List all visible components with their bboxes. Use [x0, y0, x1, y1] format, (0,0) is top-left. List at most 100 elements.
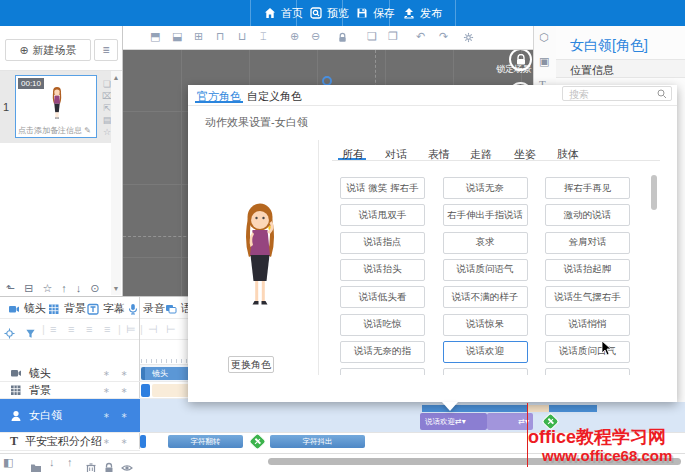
lock-icon[interactable] [337, 32, 348, 45]
align-top-icon[interactable]: ⊓ [216, 30, 225, 43]
action-button[interactable]: 说话指点 [340, 232, 425, 254]
camera-icon [10, 367, 22, 379]
action-button[interactable]: 说话生气摆右手 [545, 286, 630, 308]
tab-custom-roles[interactable]: 自定义角色 [247, 89, 302, 104]
action-button[interactable]: 说话不满的样子 [443, 286, 528, 308]
preview-icon [310, 7, 322, 19]
character-preview [228, 200, 292, 312]
action-button[interactable]: 说话质问语气 [443, 259, 528, 281]
align-bottom-icon[interactable]: ⊔ [238, 30, 247, 43]
scene-thumbnail[interactable]: 00:10 点击添加备注信息 ✎ [15, 75, 97, 138]
scenes-scrollbar[interactable]: ▲ ▼ [111, 71, 121, 295]
image-icon[interactable]: ▣ [539, 55, 549, 68]
action-button[interactable]: 说话 微笑 挥右手 [340, 177, 425, 199]
action-button[interactable]: 说话无奈的指 [340, 341, 425, 363]
action-button[interactable]: 说话低头看 [340, 286, 425, 308]
save-icon [356, 7, 368, 19]
move-up-icon[interactable]: ↑ [67, 456, 73, 468]
watermark-line1: office教程学习网 [528, 425, 666, 449]
home-icon [264, 7, 276, 19]
action-button[interactable]: 耸肩对话 [545, 232, 630, 254]
align-left-icon[interactable]: ⬒ [150, 30, 160, 43]
topbar-button-3[interactable]: 发布 [389, 0, 456, 26]
trim-left-icon[interactable]: ⊣ [148, 323, 158, 336]
category-tab-1[interactable]: 对话 [385, 147, 407, 162]
track-labels: 镜头∗∗背景∗∗女白领∗∗T平安宝积分介绍∗∗ [0, 297, 140, 449]
scene-settings-icon[interactable] [463, 32, 474, 45]
trim-right-icon[interactable]: ⊢ [166, 323, 176, 336]
shape-icon[interactable]: ⬡ [539, 31, 549, 44]
plus-circle-icon: ⊕ [19, 44, 28, 57]
category-tab-4[interactable]: 坐姿 [514, 147, 536, 162]
position-info-section[interactable]: 位置信息 [556, 59, 685, 78]
action-button[interactable]: 说话抬头 [340, 259, 425, 281]
voice-icon [165, 303, 177, 315]
track-label-2[interactable]: 女白领∗∗ [0, 399, 140, 433]
selected-object-title: 女白领[角色] [570, 37, 648, 55]
zoom-in-icon[interactable]: ⊕ [290, 30, 299, 43]
align-right-icon[interactable]: ⬓ [172, 30, 182, 43]
action-button[interactable]: 说话甩双手 [340, 204, 425, 226]
action-button[interactable] [340, 368, 425, 375]
category-tab-0[interactable]: 所有 [342, 147, 364, 162]
subtitle-clip-1[interactable]: 字符翻转 [168, 435, 243, 448]
action-button[interactable]: 说话惊呆 [443, 314, 528, 336]
publish-icon [403, 7, 415, 19]
action-button[interactable]: 哀求 [443, 232, 528, 254]
subtitle-clip-2[interactable]: 字符抖出 [270, 435, 365, 448]
subtitle-clip-start[interactable] [140, 435, 146, 448]
search-input[interactable]: 搜索 [562, 86, 672, 101]
sep: | [140, 323, 143, 335]
change-role-button[interactable]: 更换角色 [228, 356, 274, 373]
top-bar: 首页预览保存发布 [0, 0, 685, 26]
role-presence-bar[interactable] [422, 405, 528, 412]
background-clip-start[interactable] [141, 384, 150, 397]
role-presence-gap [528, 405, 549, 412]
new-scene-button[interactable]: ⊕新建场景 [5, 39, 91, 61]
undo-icon[interactable]: ↶ [416, 30, 425, 43]
action-button[interactable] [443, 368, 528, 375]
zoom-out-icon[interactable]: ⊖ [311, 30, 320, 43]
redo-icon[interactable]: ↷ [439, 30, 448, 43]
action-button[interactable]: 说话欢迎 [443, 341, 528, 363]
text-icon: T [10, 434, 18, 449]
role-presence-bar2[interactable] [549, 405, 597, 412]
action-button[interactable]: 右手伸出手指说话 [443, 204, 528, 226]
scene-list-mode-button[interactable]: ≡ [94, 39, 118, 61]
track-label-0[interactable]: 镜头∗∗ [0, 365, 140, 382]
watermark-line2: www.office68.com [542, 447, 672, 464]
action-button[interactable]: 说话抬起脚 [545, 259, 630, 281]
actions-scrollbar[interactable] [651, 175, 657, 210]
category-tab-3[interactable]: 走路 [470, 147, 492, 162]
canvas-toolbar: ⬒ ⬓ ⊞ ⊓ ⊔ ⌶ ⊕ ⊖ ❏ ❐ ↶ ↷ [123, 26, 533, 50]
action-button[interactable]: 激动的说话 [545, 204, 630, 226]
track-label-3[interactable]: T平安宝积分介绍∗∗ [0, 433, 140, 451]
mouse-cursor [601, 340, 613, 356]
category-tab-5[interactable]: 肢体 [557, 147, 579, 162]
action-button[interactable] [545, 368, 630, 375]
track-label-1[interactable]: 背景∗∗ [0, 382, 140, 399]
scenes-toolbar[interactable]: ⬑⊟☆↑↓⊙ [0, 280, 122, 296]
action-button[interactable]: 说话质问口气 [545, 341, 630, 363]
paste-icon[interactable]: ❐ [388, 30, 398, 43]
align-vcenter-icon[interactable]: ⌶ [260, 30, 267, 43]
scene-index: 1 [3, 101, 9, 113]
person-icon [10, 410, 22, 422]
move-down-icon[interactable]: ↓ [49, 456, 55, 468]
loop-icon[interactable]: ⇄▾ [455, 417, 466, 426]
action-button[interactable]: 说话悄悄 [545, 314, 630, 336]
collapse-icon[interactable]: ◧ [3, 456, 13, 469]
action-button[interactable]: 说话吃惊 [340, 314, 425, 336]
search-icon [657, 89, 667, 99]
action-button[interactable]: 说话无奈 [443, 177, 528, 199]
lock-scene-label: 锁定场景 [496, 63, 532, 76]
popover-title: 动作效果设置-女白领 [205, 115, 308, 130]
action-button[interactable]: 挥右手再见 [545, 177, 630, 199]
align-hcenter-icon[interactable]: ⊞ [194, 30, 203, 43]
action-clip[interactable]: 说话欢迎 ⇄▾ [420, 413, 487, 430]
category-tab-2[interactable]: 表情 [428, 147, 450, 162]
background-icon [10, 384, 22, 396]
scene-note[interactable]: 点击添加备注信息 ✎ [18, 125, 94, 136]
copy-icon[interactable]: ❏ [367, 30, 377, 43]
scroll-up-icon[interactable]: ▲ [111, 74, 121, 81]
